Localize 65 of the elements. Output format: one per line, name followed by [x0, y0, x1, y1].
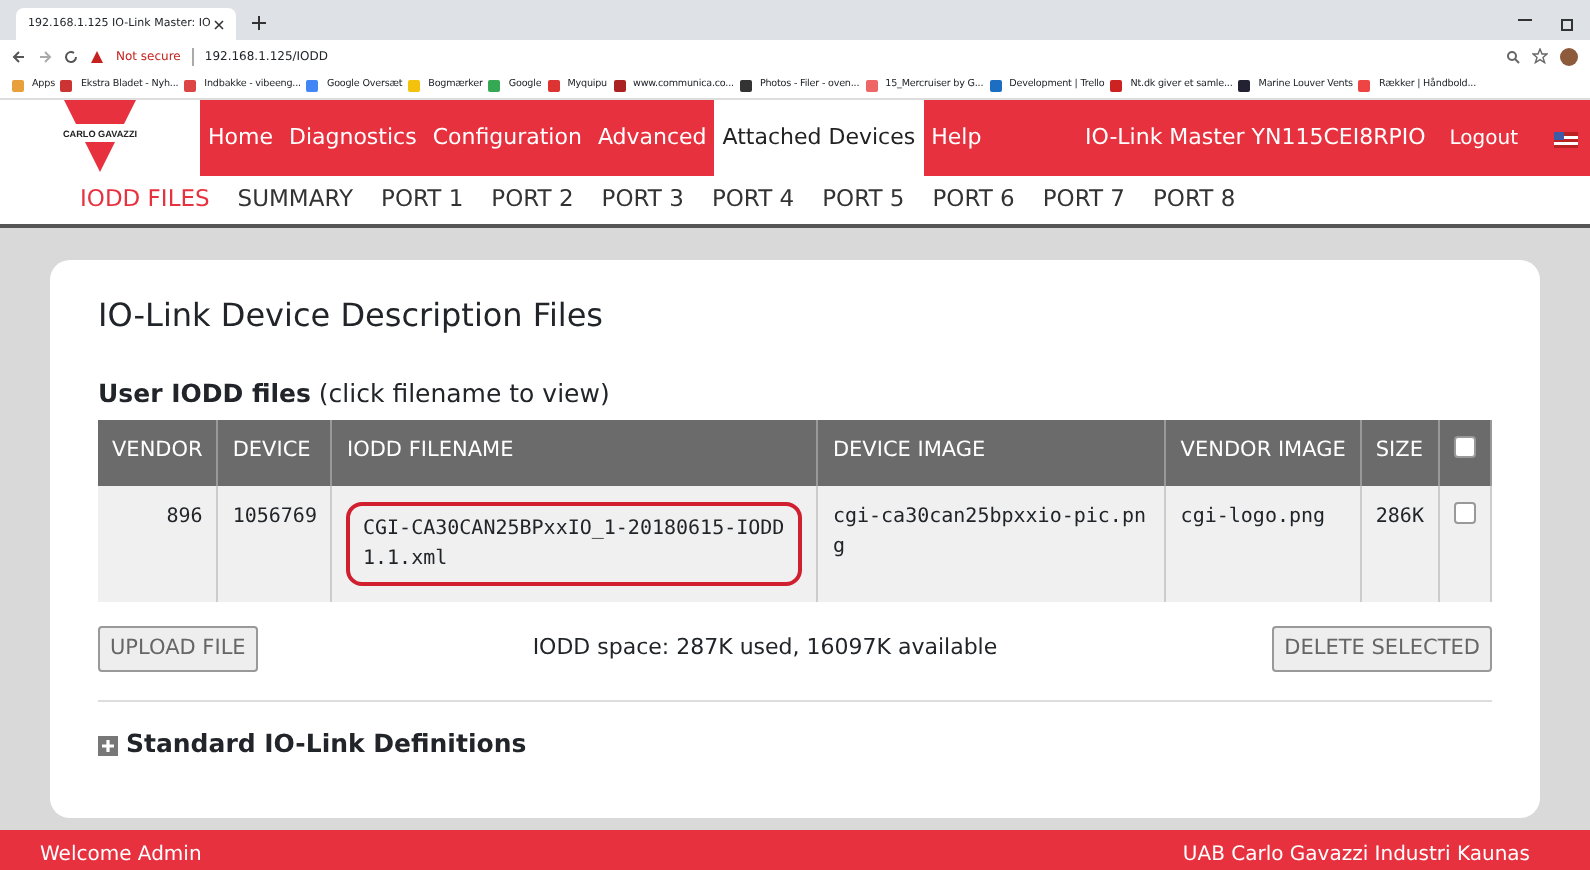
subnav-tab[interactable]: PORT 8	[1153, 182, 1236, 218]
zoom-icon[interactable]	[1506, 49, 1520, 63]
bookmark-icon	[306, 79, 319, 91]
delete-selected-button[interactable]: DELETE SELECTED	[1272, 625, 1492, 673]
flag-icon[interactable]	[1554, 131, 1578, 148]
nav-link[interactable]: Home	[200, 100, 281, 176]
highlighted-filename-link[interactable]: CGI-CA30CAN25BPxxIO_1-20180615-IODD1.1.xml	[346, 501, 803, 585]
profile-avatar-icon[interactable]	[1560, 47, 1578, 65]
bookmark-icon	[989, 79, 1002, 91]
row-checkbox[interactable]	[1453, 501, 1476, 523]
subnav-tab[interactable]: PORT 2	[491, 182, 574, 218]
bookmark-icon	[60, 79, 73, 91]
subnav-tab[interactable]: SUMMARY	[237, 182, 354, 218]
table-cell: 1056769	[232, 505, 317, 527]
subnav-tab[interactable]: PORT 7	[1042, 182, 1125, 218]
subnav-tab[interactable]: IODD FILES	[80, 182, 210, 218]
nav-link[interactable]: Attached Devices	[714, 100, 924, 176]
column-header: DEVICE	[217, 419, 332, 485]
bookmark-icon	[865, 79, 878, 91]
nav-link[interactable]: Diagnostics	[280, 100, 425, 176]
table-cell: cgi-logo.png	[1180, 505, 1326, 527]
nav-link[interactable]: Help	[923, 100, 990, 176]
minimize-icon[interactable]	[1518, 18, 1532, 22]
table-cell: 896	[166, 505, 203, 527]
subnav-tab[interactable]: PORT 3	[601, 182, 684, 218]
bookmark-icon	[1238, 79, 1251, 91]
column-header: VENDOR	[98, 419, 218, 485]
nav-link[interactable]: Configuration	[424, 100, 590, 176]
close-icon[interactable]	[214, 19, 224, 29]
bookmark-icon	[613, 79, 625, 91]
nav-link[interactable]: Advanced	[589, 100, 715, 176]
back-icon[interactable]	[12, 49, 26, 63]
subnav-tab[interactable]: PORT 6	[932, 182, 1015, 218]
column-header: IODD FILENAME	[331, 419, 818, 485]
subnav-tab[interactable]: PORT 1	[381, 182, 464, 218]
table-cell-text: cgi-ca30can25bpxxio-pic.png	[832, 503, 1148, 561]
new-tab-icon[interactable]	[252, 16, 266, 30]
section-heading: User IODD files (click filename to view)	[98, 376, 612, 412]
device-name: IO-Link Master YN115CEI8RPIO	[1084, 121, 1426, 154]
column-header: DEVICE IMAGE	[817, 419, 1166, 485]
bookmark-icon	[488, 79, 501, 91]
restore-icon[interactable]	[1560, 18, 1574, 32]
warning-icon	[90, 49, 104, 63]
bookmark-icon	[739, 79, 752, 91]
page-title: IO-Link Device Description Files	[98, 294, 606, 338]
welcome-text: Welcome Admin	[40, 842, 202, 870]
company-name: UAB Carlo Gavazzi Industri Kaunas	[1182, 842, 1530, 870]
subnav-tab[interactable]: PORT 5	[822, 182, 905, 218]
bookmark-icon	[1358, 79, 1371, 91]
standard-definitions-toggle[interactable]: Standard IO-Link Definitions	[98, 726, 1492, 764]
bookmark-icon	[547, 79, 560, 91]
column-header: SIZE	[1360, 419, 1439, 485]
bookmark-icon	[184, 79, 197, 91]
subnav-tab[interactable]: PORT 4	[711, 182, 795, 218]
bookmark-icon	[408, 79, 421, 91]
select-all-checkbox[interactable]	[1453, 435, 1476, 458]
bookmark-icon	[12, 79, 24, 91]
star-icon[interactable]	[1532, 48, 1548, 64]
upload-file-button[interactable]: UPLOAD FILE	[98, 625, 258, 673]
table-cell: 286K	[1375, 505, 1424, 527]
bookmark-icon	[1110, 79, 1123, 91]
logout-link[interactable]: Logout	[1441, 100, 1526, 176]
column-header: VENDOR IMAGE	[1165, 419, 1361, 485]
storage-info: IODD space: 287K used, 16097K available	[532, 632, 998, 665]
reload-icon[interactable]	[64, 49, 78, 63]
